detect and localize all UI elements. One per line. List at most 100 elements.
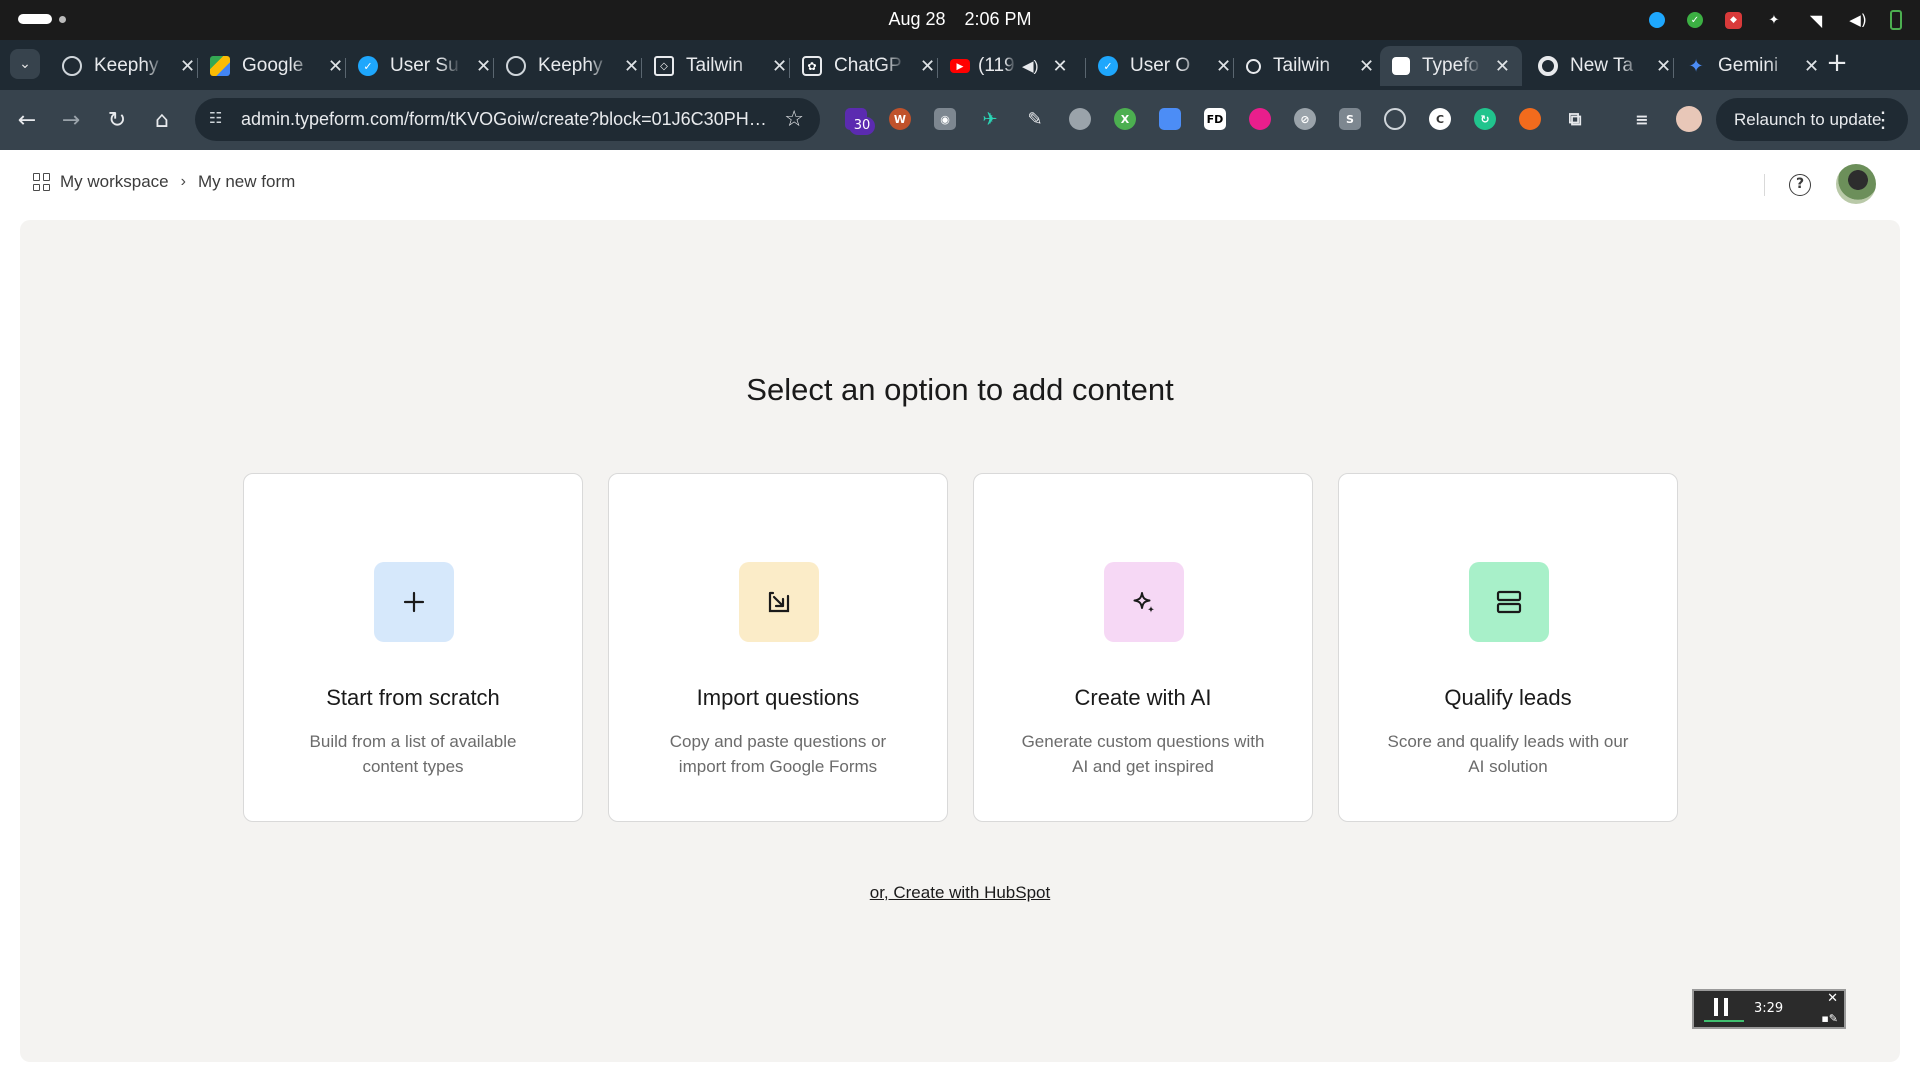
option-card-create-with-ai[interactable]: Create with AI Generate custom questions… [973, 473, 1313, 822]
close-icon[interactable]: ✕ [180, 56, 195, 77]
option-card-import-questions[interactable]: Import questions Copy and paste question… [608, 473, 948, 822]
option-card-qualify-leads[interactable]: Qualify leads Score and qualify leads wi… [1338, 473, 1678, 822]
address-bar[interactable]: ☷ admin.typeform.com/form/tKVOGoiw/creat… [195, 98, 820, 141]
media-control-icon[interactable]: ≡ [1631, 108, 1653, 130]
wifi-icon[interactable]: ◥ [1806, 10, 1826, 30]
tab-label: Gemini [1718, 55, 1779, 76]
recorder-tools-icon[interactable]: ▪✎ [1821, 1012, 1838, 1025]
close-icon[interactable]: ✕ [1359, 56, 1374, 77]
tab-keephy-2[interactable]: Keephy ✕ [494, 46, 651, 86]
youtube-icon: ▶ [950, 59, 970, 73]
tab-google[interactable]: Google ✕ [198, 46, 355, 86]
extension-c-icon[interactable]: C [1429, 108, 1451, 130]
tab-user-o[interactable]: ✓ User O ✕ [1086, 46, 1243, 86]
browser-profile-avatar[interactable] [1676, 106, 1702, 132]
google-drive-icon [210, 56, 230, 76]
bookmark-star-icon[interactable]: ☆ [784, 107, 804, 132]
app-header: My workspace › My new form ? [0, 150, 1920, 220]
site-info-icon[interactable]: ☷ [209, 109, 229, 129]
tab-keephy-1[interactable]: Keephy ✕ [50, 46, 207, 86]
close-icon[interactable]: ✕ [772, 56, 787, 77]
back-button[interactable]: ← [12, 105, 42, 135]
close-icon[interactable]: ✕ [920, 56, 935, 77]
extension-orange-icon[interactable] [1519, 108, 1541, 130]
extension-refresh-icon[interactable]: ↻ [1474, 108, 1496, 130]
volume-icon[interactable]: ◀) [1848, 10, 1868, 30]
chrome-icon [1538, 56, 1558, 76]
tab-label: Typefo [1422, 55, 1480, 76]
extension-x-icon[interactable]: X [1114, 108, 1136, 130]
tab-tailwind-2[interactable]: Tailwin ✕ [1234, 46, 1386, 86]
option-title: Create with AI [1074, 685, 1212, 710]
accessibility-icon[interactable]: ✦ [1764, 10, 1784, 30]
tray-recorder-icon[interactable]: ◆ [1725, 11, 1742, 29]
breadcrumb: My workspace › My new form [33, 172, 295, 192]
check-circle-icon: ✓ [1098, 56, 1118, 76]
create-with-hubspot-link[interactable]: or, Create with HubSpot [20, 883, 1900, 903]
relaunch-label: Relaunch to update [1734, 109, 1882, 129]
clock[interactable]: Aug 28 2:06 PM [0, 9, 1920, 30]
tab-label: Keephy [538, 55, 603, 76]
system-tray: ✓ ◆ ✦ ◥ ◀) [1649, 8, 1902, 32]
extension-bird-icon[interactable]: ✈ [979, 108, 1001, 130]
tab-label: Tailwin [686, 55, 744, 76]
close-icon[interactable]: ✕ [1656, 56, 1671, 77]
tray-app-icon[interactable] [1649, 12, 1665, 28]
extension-target-icon[interactable] [1384, 108, 1406, 130]
relaunch-button[interactable]: Relaunch to update ⋮ [1716, 98, 1908, 141]
tray-check-icon[interactable]: ✓ [1687, 12, 1703, 28]
tab-label: Google [242, 55, 304, 76]
close-icon[interactable]: ✕ [476, 56, 491, 77]
tab-new-tab[interactable]: New Ta ✕ [1526, 46, 1683, 86]
more-menu-icon[interactable]: ⋮ [1872, 107, 1894, 133]
reload-button[interactable]: ↻ [102, 105, 132, 135]
screen-recorder-widget: 3:29 ✕ ▪✎ [1692, 989, 1846, 1029]
chevron-right-icon: › [180, 173, 186, 190]
extension-fd-icon[interactable]: FD [1204, 108, 1226, 130]
url-text[interactable]: admin.typeform.com/form/tKVOGoiw/create?… [241, 109, 771, 130]
speaker-icon[interactable]: ◀) [1022, 57, 1039, 75]
tab-tailwind-1[interactable]: ◇ Tailwin ✕ [642, 46, 799, 86]
tab-gemini[interactable]: ✦ Gemini ✕ [1674, 46, 1831, 86]
recorder-elapsed-time: 3:29 [1754, 1001, 1784, 1016]
breadcrumb-form-name[interactable]: My new form [198, 172, 295, 192]
clock-time: 2:06 PM [964, 9, 1032, 29]
help-icon[interactable]: ? [1789, 174, 1811, 196]
tab-typeform-active[interactable]: Typefo ✕ [1380, 46, 1522, 86]
close-icon[interactable]: ✕ [328, 56, 343, 77]
typeform-icon [1392, 57, 1410, 75]
close-icon[interactable]: ✕ [1827, 991, 1838, 1006]
globe-extension-icon[interactable] [1069, 108, 1091, 130]
breadcrumb-workspace[interactable]: My workspace [60, 172, 169, 192]
close-icon[interactable]: ✕ [624, 56, 639, 77]
close-icon[interactable]: ✕ [1804, 56, 1819, 77]
tab-youtube[interactable]: ▶ (119 ◀) ✕ [938, 46, 1080, 86]
tab-search-button[interactable]: ⌄ [10, 49, 40, 79]
extension-circle-icon[interactable] [1249, 108, 1271, 130]
extension-doc-icon[interactable] [1159, 108, 1181, 130]
close-icon[interactable]: ✕ [1216, 56, 1231, 77]
option-description: Build from a list of available content t… [309, 732, 517, 776]
pause-icon[interactable] [1714, 998, 1728, 1016]
close-icon[interactable]: ✕ [1495, 56, 1510, 77]
extension-slash-icon[interactable]: ⊘ [1294, 108, 1316, 130]
avatar[interactable] [1836, 164, 1876, 204]
new-tab-button[interactable]: + [1823, 50, 1851, 78]
close-icon[interactable]: ✕ [1053, 56, 1068, 77]
tab-user-su[interactable]: ✓ User Su ✕ [346, 46, 503, 86]
option-description: Score and qualify leads with our AI solu… [1387, 732, 1629, 776]
option-card-start-from-scratch[interactable]: Start from scratch Build from a list of … [243, 473, 583, 822]
page-title: Select an option to add content [746, 372, 1174, 407]
puzzle-icon[interactable]: ⧉ [1564, 108, 1586, 130]
eyedropper-icon[interactable]: ✎ [1024, 108, 1046, 130]
camera-icon[interactable]: ◉ [934, 108, 956, 130]
battery-icon[interactable] [1890, 10, 1902, 30]
home-button[interactable]: ⌂ [147, 105, 177, 135]
tab-label: (119 [978, 55, 1015, 76]
extension-s-icon[interactable]: S [1339, 108, 1361, 130]
extension-wp-icon[interactable]: W [889, 108, 911, 130]
tab-strip: ⌄ Keephy ✕ Google ✕ ✓ User Su ✕ Keephy ✕… [0, 40, 1920, 90]
forward-button[interactable]: → [56, 105, 86, 135]
tab-chatgpt[interactable]: ✿ ChatGP ✕ [790, 46, 947, 86]
openai-icon: ✿ [802, 56, 822, 76]
